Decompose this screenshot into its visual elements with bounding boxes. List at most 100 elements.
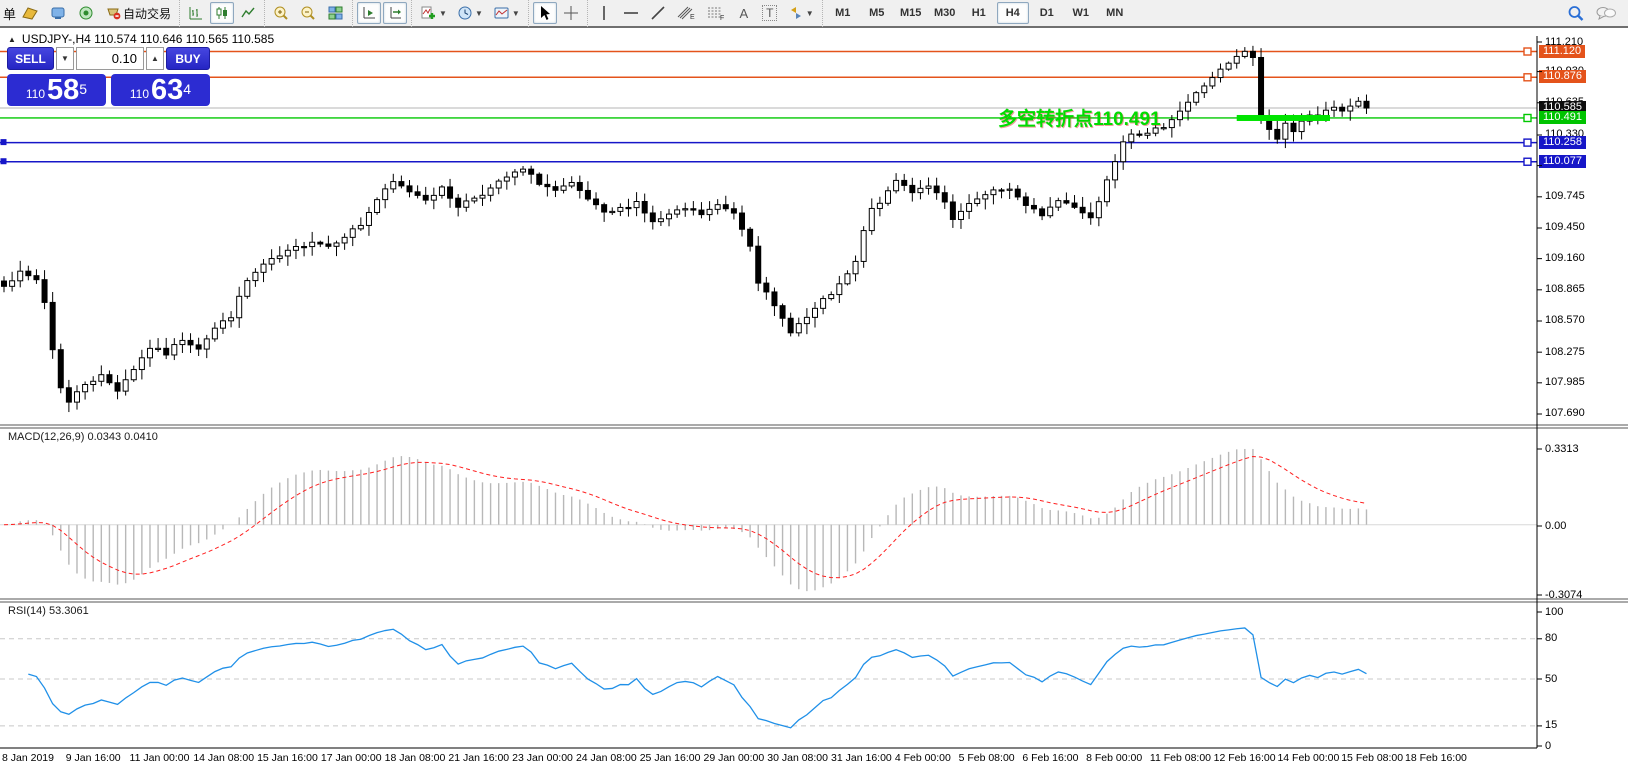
auto-scroll-icon — [361, 5, 377, 21]
orders-menu-fragment[interactable]: 单 — [3, 4, 16, 23]
price-chart-canvas[interactable] — [0, 0, 1628, 776]
templates-button[interactable]: ▼ — [489, 2, 524, 24]
new-order-button[interactable] — [17, 2, 43, 24]
toolbar-group-drawings: E F A T ▼ — [587, 0, 822, 27]
line-chart-button[interactable] — [236, 2, 260, 24]
crosshair-button[interactable] — [559, 2, 583, 24]
volume-input[interactable]: 0.10 — [76, 47, 144, 70]
macd-pane — [0, 449, 1537, 591]
channel-icon: E — [676, 5, 696, 21]
buy-price-sup: 4 — [183, 74, 191, 104]
signal-icon — [77, 5, 95, 21]
svg-text:F: F — [720, 15, 724, 21]
zoom-out-icon — [300, 5, 317, 21]
chat-bubbles-icon — [1595, 5, 1617, 22]
arrows-tool[interactable]: ▼ — [784, 2, 818, 24]
horizontal-line-icon — [622, 5, 640, 21]
horizontal-line-tool[interactable] — [618, 2, 644, 24]
svg-text:E: E — [690, 14, 695, 21]
autotrading-toggle[interactable]: 自动交易 — [101, 2, 175, 24]
timeframe-button-M1[interactable]: M1 — [827, 2, 859, 24]
volume-increase-stepper[interactable]: ▲ — [146, 47, 164, 70]
buy-price-big: 63 — [151, 76, 183, 104]
vertical-line-icon — [598, 5, 610, 21]
rsi-label: RSI(14) 53.3061 — [8, 605, 89, 617]
zoom-out-button[interactable] — [296, 2, 321, 24]
toolbar-group-cursor — [528, 0, 587, 27]
arrows-caret-icon: ▼ — [806, 9, 814, 18]
toolbar-group-standard: 单 自动交易 — [0, 0, 179, 27]
indicators-caret-icon: ▼ — [439, 9, 447, 18]
sell-button[interactable]: SELL — [7, 47, 54, 70]
buy-price-prefix: 110 — [130, 84, 149, 104]
timeframe-button-H4[interactable]: H4 — [997, 2, 1029, 24]
metaeditor-button[interactable] — [45, 2, 71, 24]
trendline-icon — [650, 5, 666, 21]
text-label-tool[interactable]: T — [758, 2, 782, 24]
rsi-pane — [0, 628, 1537, 728]
fibonacci-tool[interactable]: F — [702, 2, 730, 24]
toolbar-group-objects: ▼ ▼ ▼ — [411, 0, 528, 27]
trendline-tool[interactable] — [646, 2, 670, 24]
zoom-in-button[interactable] — [269, 2, 294, 24]
autotrading-label: 自动交易 — [123, 5, 171, 22]
macd-label: MACD(12,26,9) 0.0343 0.0410 — [8, 431, 158, 443]
candlestick-chart-button[interactable] — [210, 2, 234, 24]
toolbar-group-right — [1562, 2, 1628, 24]
one-click-trading-panel: SELL ▼ 0.10 ▲ BUY 110585 110634 — [7, 47, 213, 106]
auto-scroll-button[interactable] — [357, 2, 381, 24]
metaeditor-icon — [49, 5, 67, 21]
volume-decrease-stepper[interactable]: ▼ — [56, 47, 74, 70]
toolbar-group-zoom — [264, 0, 352, 27]
periods-button[interactable]: ▼ — [453, 2, 487, 24]
chart-shift-button[interactable] — [383, 2, 407, 24]
collapse-chart-toggle[interactable]: ▲ — [8, 35, 16, 44]
main-price-pane — [0, 46, 1537, 412]
zoom-in-icon — [273, 5, 290, 21]
search-icon — [1567, 5, 1585, 22]
sell-price-box[interactable]: 110585 — [7, 74, 106, 106]
search-button[interactable] — [1563, 2, 1589, 24]
chat-button[interactable] — [1591, 2, 1621, 24]
sell-price-big: 58 — [47, 76, 79, 104]
buy-button[interactable]: BUY — [166, 47, 210, 70]
indicators-button[interactable]: ▼ — [416, 2, 451, 24]
line-chart-icon — [240, 5, 256, 21]
text-tool[interactable]: A — [732, 2, 756, 24]
text-label-icon: T — [762, 5, 777, 21]
timeframe-button-W1[interactable]: W1 — [1065, 2, 1097, 24]
crosshair-icon — [563, 5, 579, 21]
timeframe-button-M5[interactable]: M5 — [861, 2, 893, 24]
periods-caret-icon: ▼ — [475, 9, 483, 18]
vertical-line-tool[interactable] — [592, 2, 616, 24]
chart-title: USDJPY-,H4 110.574 110.646 110.565 110.5… — [22, 32, 274, 46]
template-icon — [493, 5, 510, 21]
cursor-button[interactable] — [533, 2, 557, 24]
clock-icon — [457, 5, 473, 21]
sell-price-prefix: 110 — [26, 84, 45, 104]
arrows-icon — [788, 5, 804, 21]
toolbar-group-chart-type — [179, 0, 264, 27]
bar-chart-icon — [188, 5, 204, 21]
bar-chart-button[interactable] — [184, 2, 208, 24]
data-window-button[interactable] — [73, 2, 99, 24]
toolbar-group-timeframes: M1M5M15M30H1H4D1W1MN — [822, 0, 1135, 27]
timeframe-button-D1[interactable]: D1 — [1031, 2, 1063, 24]
chart-title-row: ▲ USDJPY-,H4 110.574 110.646 110.565 110… — [8, 32, 274, 46]
tile-windows-button[interactable] — [323, 2, 348, 24]
cursor-arrow-icon — [538, 5, 552, 21]
tile-windows-icon — [327, 5, 344, 21]
equidistant-channel-tool[interactable]: E — [672, 2, 700, 24]
sell-price-sup: 5 — [79, 74, 87, 104]
toolbar-group-scroll — [352, 0, 411, 27]
timeframe-button-M30[interactable]: M30 — [929, 2, 961, 24]
top-toolbar: 单 自动交易 — [0, 0, 1628, 28]
chart-shift-icon — [387, 5, 403, 21]
timeframe-button-M15[interactable]: M15 — [895, 2, 927, 24]
timeframe-button-MN[interactable]: MN — [1099, 2, 1131, 24]
timeframe-button-H1[interactable]: H1 — [963, 2, 995, 24]
autotrading-icon — [105, 5, 123, 21]
buy-price-box[interactable]: 110634 — [111, 74, 210, 106]
fibonacci-icon: F — [706, 5, 726, 21]
new-order-icon — [21, 5, 39, 21]
